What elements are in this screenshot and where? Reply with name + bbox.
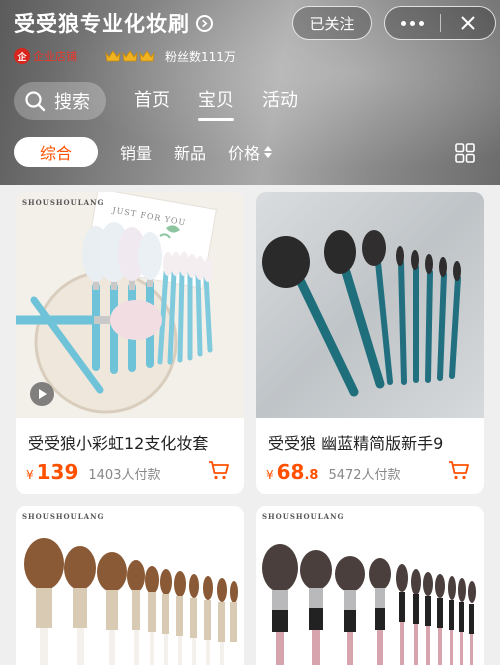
tab-products[interactable]: 宝贝 xyxy=(198,82,234,121)
follow-button[interactable]: 已关注 xyxy=(292,6,372,40)
close-icon[interactable] xyxy=(440,7,495,39)
sort-bar: 综合 销量 新品 价格 xyxy=(14,137,486,167)
shop-title-bar: 受受狼专业化妆刷 已关注 xyxy=(14,6,496,40)
currency-symbol: ¥ xyxy=(26,468,34,482)
product-card[interactable]: SHOUSHOULANG xyxy=(256,506,484,665)
add-to-cart-icon[interactable] xyxy=(448,459,470,481)
price-row: ¥ 139 1403人付款 xyxy=(26,460,160,484)
price-row: ¥ 68 .8 5472人付款 xyxy=(266,460,401,484)
product-image[interactable] xyxy=(256,192,484,418)
crown-icon xyxy=(122,50,138,62)
more-icon[interactable] xyxy=(385,7,440,39)
chevron-right-icon[interactable] xyxy=(196,14,213,32)
shop-nav: 搜索 首页 宝贝 活动 xyxy=(14,82,298,121)
product-card[interactable]: SHOUSHOULANG JUST FOR YOU 受受狼小彩虹12支化妆套 ¥… xyxy=(16,192,244,494)
product-photo xyxy=(16,192,244,418)
sort-price-label: 价格 xyxy=(228,144,261,163)
product-card[interactable]: 受受狼 幽蓝精简版新手9 ¥ 68 .8 5472人付款 xyxy=(256,192,484,494)
sort-comprehensive[interactable]: 综合 xyxy=(14,137,98,167)
enterprise-label: 企业店铺 xyxy=(33,50,77,63)
product-price-decimal: .8 xyxy=(304,468,319,483)
sort-sales-label: 销量 xyxy=(120,144,153,163)
brand-watermark: SHOUSHOULANG xyxy=(262,512,345,521)
crown-icon xyxy=(139,50,155,62)
add-to-cart-icon[interactable] xyxy=(208,459,230,481)
product-photo xyxy=(256,506,484,665)
sort-price[interactable]: 价格 xyxy=(228,140,273,164)
shop-meta-row: 企 企业店铺 粉丝数111万 xyxy=(14,46,236,66)
sales-count: 1403人付款 xyxy=(88,468,161,483)
fans-count: 粉丝数111万 xyxy=(165,49,236,64)
tab-home[interactable]: 首页 xyxy=(134,82,170,120)
product-price: 68 xyxy=(276,460,305,484)
sort-sales[interactable]: 销量 xyxy=(120,140,152,164)
product-image[interactable]: SHOUSHOULANG JUST FOR YOU xyxy=(16,192,244,418)
search-button[interactable]: 搜索 xyxy=(14,82,106,120)
product-price: 139 xyxy=(36,460,79,484)
brand-watermark: SHOUSHOULANG xyxy=(22,198,105,207)
product-card[interactable]: SHOUSHOULANG xyxy=(16,506,244,665)
enterprise-icon: 企 xyxy=(14,48,30,64)
search-label: 搜索 xyxy=(54,92,90,113)
shop-rating-crowns xyxy=(105,49,155,63)
tab-activities[interactable]: 活动 xyxy=(262,82,298,120)
currency-symbol: ¥ xyxy=(266,468,274,482)
brand-watermark: SHOUSHOULANG xyxy=(22,512,105,521)
sales-count: 5472人付款 xyxy=(328,468,401,483)
product-photo xyxy=(256,192,484,418)
grid-view-icon[interactable] xyxy=(454,142,476,164)
shop-name[interactable]: 受受狼专业化妆刷 xyxy=(14,8,190,38)
play-video-icon[interactable] xyxy=(30,382,54,406)
enterprise-badge: 企 企业店铺 xyxy=(14,48,77,64)
product-title[interactable]: 受受狼 幽蓝精简版新手9 xyxy=(268,430,476,454)
product-image[interactable]: SHOUSHOULANG xyxy=(256,506,484,665)
crown-icon xyxy=(105,50,121,62)
product-title[interactable]: 受受狼小彩虹12支化妆套 xyxy=(28,430,236,454)
sort-new[interactable]: 新品 xyxy=(174,140,206,164)
sort-arrows-icon xyxy=(264,146,273,158)
product-image[interactable]: SHOUSHOULANG xyxy=(16,506,244,665)
product-photo xyxy=(16,506,244,665)
search-icon xyxy=(25,91,46,112)
mini-program-capsule xyxy=(384,6,496,40)
sort-new-label: 新品 xyxy=(174,144,207,163)
